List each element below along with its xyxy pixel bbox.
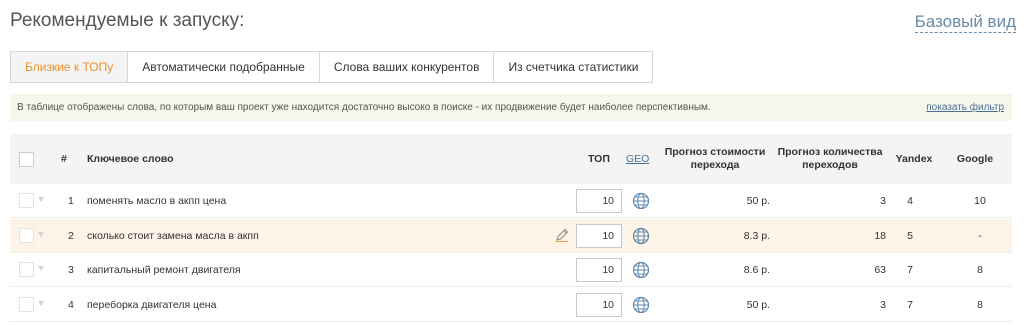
row-keyword: капитальный ремонт двигателя <box>87 264 241 276</box>
tab-bar: Близкие к ТОПу Автоматически подобранные… <box>10 51 654 83</box>
row-checkbox[interactable] <box>19 228 34 243</box>
col-cost[interactable]: Прогноз стоимости перехода <box>660 134 770 184</box>
select-all-checkbox[interactable] <box>19 152 34 167</box>
pencil-icon[interactable] <box>554 227 570 243</box>
col-clicks[interactable]: Прогноз количества переходов <box>772 134 888 184</box>
table-row: 3 капитальный ремонт двигателя 8.6 р. 63… <box>10 253 1012 287</box>
row-google: 8 <box>977 264 983 276</box>
chevron-down-icon[interactable] <box>38 197 44 202</box>
row-google: - <box>978 230 982 242</box>
col-yandex[interactable]: Yandex <box>890 134 938 184</box>
col-google[interactable]: Google <box>950 134 1000 184</box>
chevron-down-icon[interactable] <box>38 266 44 271</box>
row-cost: 50 р. <box>746 299 770 311</box>
info-text: В таблице отображены слова, по которым в… <box>17 102 711 113</box>
table-row: 1 поменять масло в акпп цена 50 р. 3 4 1… <box>10 184 1012 218</box>
globe-icon[interactable] <box>632 192 650 210</box>
row-num: 3 <box>68 264 74 276</box>
row-num: 4 <box>68 299 74 311</box>
row-clicks: 3 <box>880 299 886 311</box>
row-clicks: 18 <box>874 230 886 242</box>
chevron-down-icon[interactable] <box>38 232 44 237</box>
row-yandex: 7 <box>907 264 913 276</box>
row-num: 1 <box>68 195 74 207</box>
tab-stats-counter[interactable]: Из счетчика статистики <box>494 51 654 83</box>
page-title: Рекомендуемые к запуску: <box>10 10 245 31</box>
top-input[interactable] <box>576 258 622 282</box>
chevron-down-icon[interactable] <box>38 301 44 306</box>
table-row: 2 сколько стоит замена масла в акпп 8.3 … <box>10 219 1012 253</box>
row-cost: 8.3 р. <box>743 230 770 242</box>
row-checkbox[interactable] <box>19 297 34 312</box>
basic-view-link[interactable]: Базовый вид <box>914 12 1016 33</box>
row-checkbox[interactable] <box>19 262 34 277</box>
col-top[interactable]: ТОП <box>588 134 610 184</box>
row-keyword: переборка двигателя цена <box>87 299 217 311</box>
row-keyword: поменять масло в акпп цена <box>87 195 227 207</box>
row-clicks: 63 <box>874 264 886 276</box>
table-row: 4 переборка двигателя цена 50 р. 3 7 8 <box>10 288 1012 322</box>
globe-icon[interactable] <box>632 227 650 245</box>
top-input[interactable] <box>576 293 622 317</box>
row-google: 8 <box>977 299 983 311</box>
col-geo-wrap: GEO <box>626 134 649 184</box>
row-yandex: 4 <box>907 195 913 207</box>
tab-competitor-words[interactable]: Слова ваших конкурентов <box>319 51 495 83</box>
tab-auto-selected[interactable]: Автоматически подобранные <box>128 51 320 83</box>
info-bar: В таблице отображены слова, по которым в… <box>10 94 1012 121</box>
globe-icon[interactable] <box>632 296 650 314</box>
row-clicks: 3 <box>880 195 886 207</box>
col-keyword[interactable]: Ключевое слово <box>87 134 174 184</box>
col-num: # <box>61 153 67 165</box>
globe-icon[interactable] <box>632 261 650 279</box>
row-keyword: сколько стоит замена масла в акпп <box>87 230 259 242</box>
row-google: 10 <box>974 195 986 207</box>
tab-close-to-top[interactable]: Близкие к ТОПу <box>10 51 129 83</box>
top-input[interactable] <box>576 224 622 248</box>
row-cost: 8.6 р. <box>743 264 770 276</box>
row-yandex: 7 <box>907 299 913 311</box>
row-checkbox[interactable] <box>19 193 34 208</box>
col-geo[interactable]: GEO <box>626 153 649 165</box>
table-header: # Ключевое слово ТОП GEO Прогноз стоимос… <box>10 134 1012 184</box>
row-cost: 50 р. <box>746 195 770 207</box>
row-num: 2 <box>68 230 74 242</box>
show-filter-link[interactable]: показать фильтр <box>926 102 1004 113</box>
top-input[interactable] <box>576 189 622 213</box>
row-yandex: 5 <box>907 230 913 242</box>
